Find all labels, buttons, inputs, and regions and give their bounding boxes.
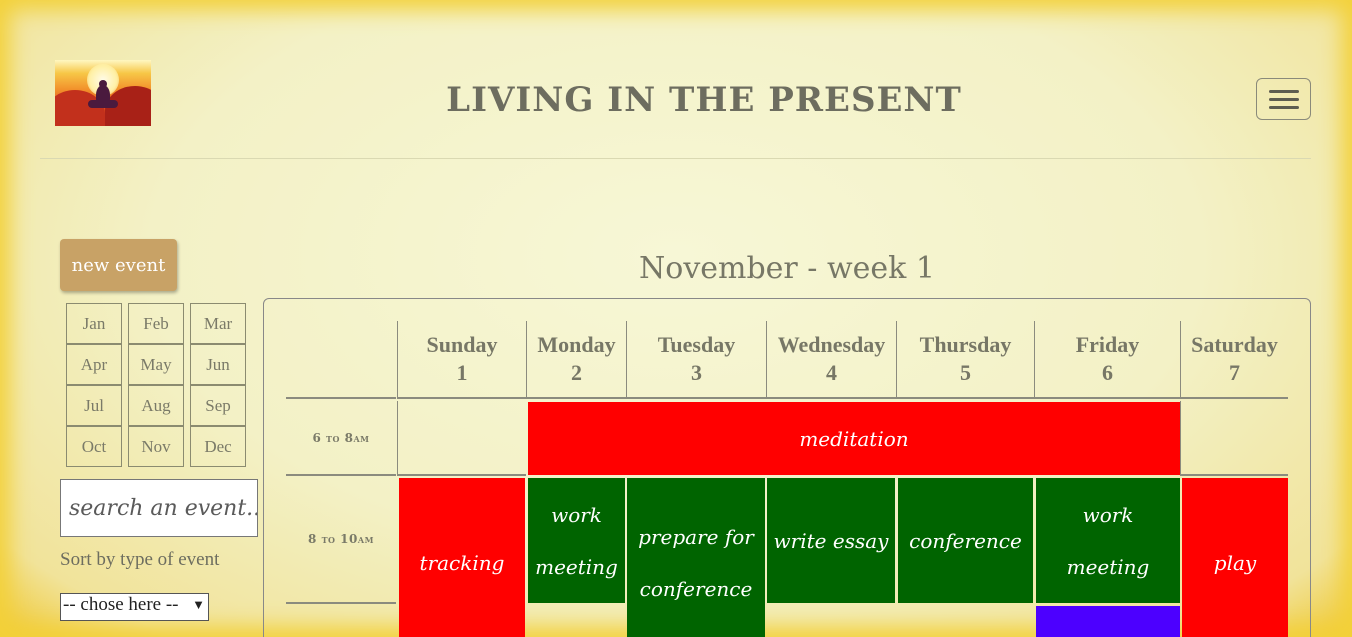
month-nov-button[interactable]: Nov — [128, 426, 184, 467]
day-header-sunday: Sunday 1 — [397, 321, 526, 399]
day-header-thursday: Thursday 5 — [896, 321, 1034, 399]
month-feb-button[interactable]: Feb — [128, 303, 184, 344]
day-header-tuesday: Tuesday 3 — [626, 321, 766, 399]
day-header-wednesday: Wednesday 4 — [766, 321, 896, 399]
new-event-button[interactable]: new event — [60, 239, 177, 291]
time-slot-6-8am: 6 to 8am — [286, 401, 396, 476]
time-column-header — [286, 321, 396, 399]
header-divider — [40, 158, 1311, 159]
chevron-down-icon: ▼ — [192, 597, 205, 612]
select-value: -- chose here -- — [63, 594, 179, 615]
month-jul-button[interactable]: Jul — [66, 385, 122, 426]
hamburger-menu-button[interactable] — [1256, 78, 1311, 120]
event-work-meeting-friday[interactable]: work meeting — [1036, 478, 1180, 603]
event-friday-10am[interactable] — [1036, 606, 1180, 637]
calendar-cell-saturday-6am[interactable] — [1180, 401, 1288, 476]
month-sep-button[interactable]: Sep — [190, 385, 246, 426]
month-jun-button[interactable]: Jun — [190, 344, 246, 385]
week-title: November - week 1 — [639, 251, 935, 286]
event-meditation[interactable]: meditation — [528, 402, 1180, 475]
event-prepare-for-conference[interactable]: prepare for conference — [627, 478, 765, 637]
calendar-cell-sunday-6am[interactable] — [397, 401, 526, 476]
month-dec-button[interactable]: Dec — [190, 426, 246, 467]
month-oct-button[interactable]: Oct — [66, 426, 122, 467]
event-work-meeting-monday[interactable]: work meeting — [528, 478, 625, 603]
month-aug-button[interactable]: Aug — [128, 385, 184, 426]
site-title: LIVING IN THE PRESENT — [446, 80, 962, 120]
day-header-friday: Friday 6 — [1034, 321, 1180, 399]
search-input[interactable]: search an event... — [60, 479, 258, 537]
hamburger-icon — [1268, 89, 1299, 93]
event-play[interactable]: play — [1182, 478, 1288, 637]
month-may-button[interactable]: May — [128, 344, 184, 385]
month-mar-button[interactable]: Mar — [190, 303, 246, 344]
event-write-essay[interactable]: write essay — [767, 478, 895, 603]
month-apr-button[interactable]: Apr — [66, 344, 122, 385]
month-jan-button[interactable]: Jan — [66, 303, 122, 344]
event-tracking[interactable]: tracking — [399, 478, 525, 637]
sort-label: Sort by type of event — [60, 549, 220, 570]
event-type-select[interactable]: -- chose here -- ▼ — [60, 593, 209, 621]
event-conference[interactable]: conference — [898, 478, 1033, 603]
time-slot-10-12am — [286, 604, 396, 637]
time-slot-8-10am: 8 to 10am — [286, 476, 396, 604]
day-header-saturday: Saturday 7 — [1180, 321, 1288, 399]
day-header-monday: Monday 2 — [526, 321, 626, 399]
month-picker: Jan Feb Mar Apr May Jun Jul Aug Sep Oct … — [66, 303, 246, 467]
